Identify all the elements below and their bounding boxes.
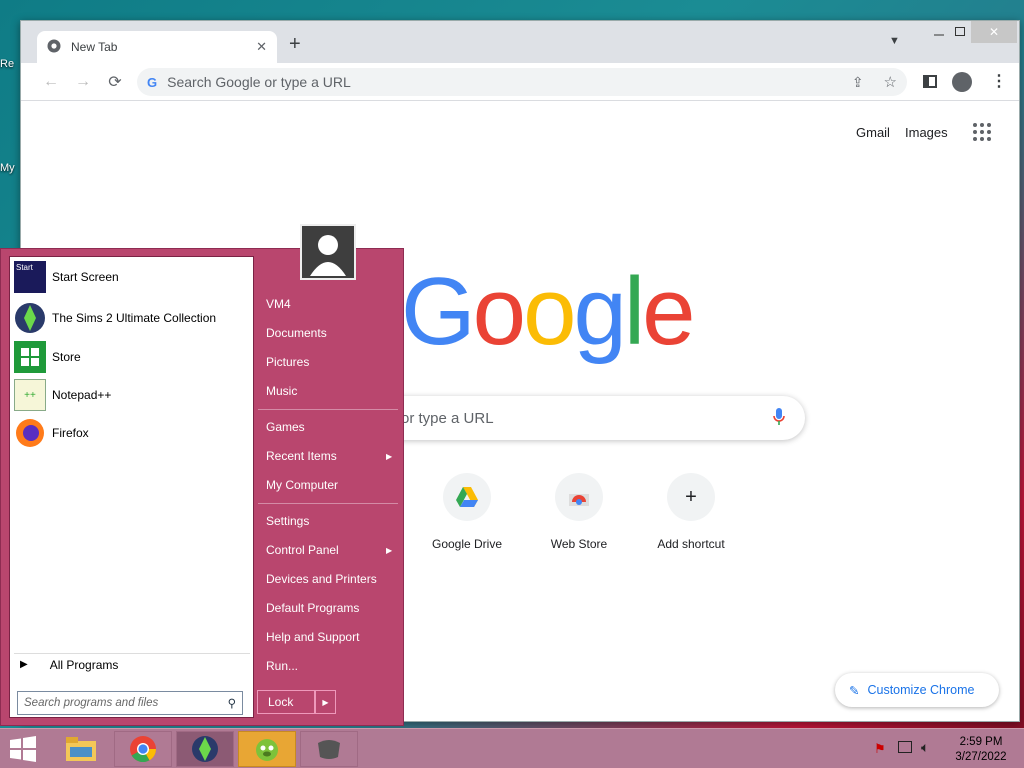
file-explorer-icon[interactable] bbox=[52, 731, 110, 767]
program-label: Notepad++ bbox=[52, 388, 112, 402]
start-item-devices-printers[interactable]: Devices and Printers bbox=[266, 572, 377, 586]
start-item-music[interactable]: Music bbox=[266, 384, 297, 398]
clock-time: 2:59 PM bbox=[959, 736, 1003, 748]
shortcut-google-drive[interactable]: Google Drive bbox=[411, 473, 523, 551]
start-search-input[interactable]: Search programs and files ⚲ bbox=[17, 691, 243, 715]
notepad-plus-plus-icon: ++ bbox=[14, 379, 46, 411]
start-item-my-computer[interactable]: My Computer bbox=[266, 478, 338, 492]
google-drive-icon bbox=[443, 473, 491, 521]
forward-button[interactable]: → bbox=[67, 66, 99, 98]
start-menu-programs-pane: Start Start Screen The Sims 2 Ultimate C… bbox=[9, 256, 254, 718]
program-firefox[interactable]: Firefox bbox=[14, 415, 250, 451]
start-search-placeholder: Search programs and files bbox=[24, 697, 159, 709]
lock-label: Lock bbox=[268, 695, 294, 709]
shortcut-label: Google Drive bbox=[431, 537, 503, 551]
back-button[interactable]: ← bbox=[35, 66, 67, 98]
search-icon[interactable]: ⚲ bbox=[228, 696, 236, 710]
chrome-icon[interactable] bbox=[114, 731, 172, 767]
minimize-button[interactable] bbox=[934, 29, 944, 36]
system-clock[interactable]: 2:59 PM 3/27/2022 bbox=[948, 735, 1014, 765]
network-icon[interactable] bbox=[898, 741, 912, 753]
all-programs-label: All Programs bbox=[49, 657, 119, 672]
games-icon[interactable] bbox=[238, 731, 296, 767]
new-tab-button[interactable]: + bbox=[289, 33, 301, 56]
triangle-right-icon: ▶ bbox=[20, 659, 28, 670]
volume-icon[interactable]: 🔈︎ bbox=[921, 739, 929, 756]
desktop-icon-label-recycle[interactable]: Re bbox=[0, 58, 22, 70]
program-label: Start Screen bbox=[52, 270, 119, 284]
customize-label: Customize Chrome bbox=[867, 683, 975, 697]
bookmark-star-icon[interactable]: ☆ bbox=[884, 73, 897, 91]
profile-avatar-icon[interactable] bbox=[952, 72, 972, 92]
program-start-screen[interactable]: Start Start Screen bbox=[14, 259, 250, 295]
customize-chrome-button[interactable]: ✎ Customize Chrome bbox=[835, 673, 999, 707]
tab-search-chevron-icon[interactable]: ▼ bbox=[889, 35, 900, 47]
sims-icon bbox=[14, 302, 46, 334]
start-item-vm4[interactable]: VM4 bbox=[266, 297, 291, 311]
start-menu-separator bbox=[258, 503, 398, 504]
desktop-icon-label-computer[interactable]: My bbox=[0, 162, 22, 174]
clock-date: 3/27/2022 bbox=[955, 751, 1007, 763]
program-label: Firefox bbox=[52, 426, 89, 440]
firefox-icon bbox=[14, 417, 46, 449]
start-item-games[interactable]: Games bbox=[266, 420, 305, 434]
start-screen-icon: Start bbox=[14, 261, 46, 293]
action-center-flag-icon[interactable]: ⚑ bbox=[874, 741, 886, 757]
maximize-button[interactable] bbox=[955, 27, 965, 36]
start-menu-separator bbox=[258, 409, 398, 410]
chrome-favicon-icon bbox=[47, 39, 61, 56]
shortcut-web-store[interactable]: Web Store bbox=[523, 473, 635, 551]
side-panel-icon[interactable] bbox=[923, 75, 937, 88]
program-label: The Sims 2 Ultimate Collection bbox=[52, 311, 217, 325]
taskbar: ⚑ 🔈︎ 2:59 PM 3/27/2022 bbox=[0, 728, 1024, 768]
share-icon[interactable]: ⇪ bbox=[852, 74, 864, 91]
store-icon bbox=[14, 341, 46, 373]
start-item-settings[interactable]: Settings bbox=[266, 514, 309, 528]
shortcut-label: Web Store bbox=[550, 537, 608, 551]
start-item-recent-items[interactable]: Recent Items bbox=[266, 449, 337, 463]
reload-button[interactable]: ⟳ bbox=[99, 66, 131, 98]
start-item-control-panel[interactable]: Control Panel bbox=[266, 543, 339, 557]
tab-title: New Tab bbox=[71, 40, 118, 54]
close-tab-icon[interactable]: ✕ bbox=[256, 39, 267, 55]
google-logo: Google bbox=[401, 258, 696, 365]
sims-icon[interactable] bbox=[176, 731, 234, 767]
shortcut-add[interactable]: + Add shortcut bbox=[635, 473, 747, 551]
images-link[interactable]: Images bbox=[905, 125, 948, 140]
program-notepad-plus-plus[interactable]: ++ Notepad++ bbox=[14, 377, 250, 413]
control-panel-arrow-icon: ▶ bbox=[386, 546, 393, 555]
start-item-help-support[interactable]: Help and Support bbox=[266, 630, 359, 644]
chrome-web-store-icon bbox=[555, 473, 603, 521]
address-bar[interactable]: G Search Google or type a URL ⇪ ☆ bbox=[137, 68, 907, 96]
recent-items-arrow-icon: ▶ bbox=[386, 452, 393, 461]
lock-options-arrow-icon[interactable]: ▶ bbox=[315, 690, 336, 714]
start-item-pictures[interactable]: Pictures bbox=[266, 355, 309, 369]
program-label: Store bbox=[52, 350, 81, 364]
start-button[interactable] bbox=[8, 735, 38, 763]
plus-icon: + bbox=[667, 473, 715, 521]
tab-new-tab[interactable]: New Tab ✕ bbox=[37, 31, 277, 63]
all-programs-button[interactable]: ▶ All Programs bbox=[14, 653, 250, 675]
google-apps-icon[interactable] bbox=[973, 123, 991, 141]
toolbar: ← → ⟳ G Search Google or type a URL ⇪ ☆ … bbox=[21, 63, 1019, 101]
search-box-placeholder: or type a URL bbox=[401, 409, 494, 427]
gmail-link[interactable]: Gmail bbox=[856, 125, 890, 140]
unknown-app-icon[interactable] bbox=[300, 731, 358, 767]
user-avatar[interactable] bbox=[300, 224, 356, 280]
close-window-button[interactable]: ✕ bbox=[971, 21, 1017, 43]
microphone-icon[interactable] bbox=[773, 407, 785, 429]
program-sims-2[interactable]: The Sims 2 Ultimate Collection bbox=[14, 300, 250, 336]
start-item-documents[interactable]: Documents bbox=[266, 326, 327, 340]
start-item-default-programs[interactable]: Default Programs bbox=[266, 601, 359, 615]
menu-kebab-icon[interactable]: ⋮ bbox=[991, 71, 1007, 91]
tab-strip: New Tab ✕ + ▼ ✕ bbox=[21, 21, 1019, 63]
start-item-run[interactable]: Run... bbox=[266, 659, 298, 673]
program-store[interactable]: Store bbox=[14, 339, 250, 375]
lock-button[interactable]: Lock bbox=[257, 690, 315, 714]
pencil-icon: ✎ bbox=[849, 683, 860, 698]
address-bar-placeholder: Search Google or type a URL bbox=[167, 74, 351, 90]
shortcut-label: Add shortcut bbox=[657, 537, 725, 551]
start-menu: Start Start Screen The Sims 2 Ultimate C… bbox=[0, 248, 404, 726]
google-g-icon: G bbox=[147, 74, 158, 90]
